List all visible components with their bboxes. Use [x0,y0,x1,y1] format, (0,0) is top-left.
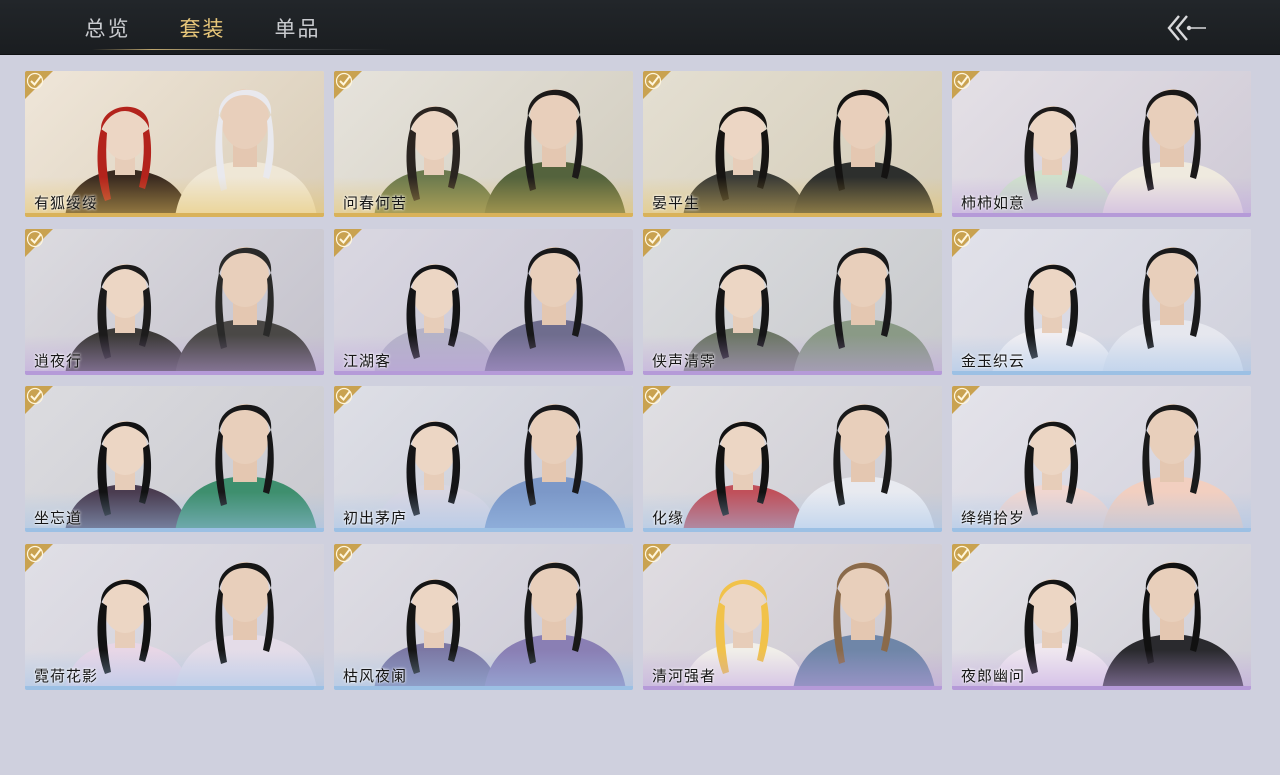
outfit-card[interactable]: 侠声清霁 [643,228,942,375]
check-corner-icon [952,71,980,99]
outfit-card[interactable]: 有狐绥绥 [25,71,324,217]
outfit-grid: 有狐绥绥 问春何苦 晏平生 柿柿如意 逍夜行 江湖客 侠声清霁 金玉织云 坐忘道… [25,71,1251,690]
check-corner-icon [25,386,53,414]
check-corner-icon [952,543,980,572]
outfit-name: 金玉织云 [961,351,1026,370]
outfit-name: 绛绡拾岁 [961,509,1026,527]
rarity-glow [643,492,942,532]
outfit-name: 初出茅庐 [343,509,408,527]
outfit-name: 有狐绥绥 [34,194,99,212]
check-corner-icon [643,543,671,572]
outfit-name: 化缘 [652,509,685,527]
outfit-name: 霓荷花影 [34,666,99,685]
outfit-card[interactable]: 问春何苦 [334,71,633,217]
tab-2[interactable]: 单品 [250,0,345,55]
check-corner-icon [643,386,671,414]
rarity-stripe [25,370,324,375]
check-corner-icon [952,386,980,414]
rarity-stripe [643,528,942,532]
outfit-card[interactable]: 金玉织云 [952,228,1251,375]
outfit-card[interactable]: 清河强者 [643,543,942,690]
check-corner-icon [643,228,671,257]
rarity-stripe [952,528,1251,532]
outfit-card[interactable]: 晏平生 [643,71,942,217]
check-corner-icon [334,543,362,572]
rarity-stripe [952,213,1251,217]
outfit-card[interactable]: 枯风夜阑 [334,543,633,690]
rarity-stripe [334,685,633,690]
outfit-card[interactable]: 初出茅庐 [334,386,633,532]
rarity-stripe [643,213,942,217]
outfit-name: 柿柿如意 [961,194,1026,212]
rarity-stripe [334,528,633,532]
rarity-stripe [952,685,1251,690]
rarity-stripe [25,213,324,217]
top-bar: 总览 套装 单品 [0,0,1280,55]
rarity-stripe [25,528,324,532]
outfit-card[interactable]: 绛绡拾岁 [952,386,1251,532]
rarity-stripe [25,685,324,690]
outfit-name: 晏平生 [652,194,701,212]
tab-0[interactable]: 总览 [60,0,155,55]
outfit-card[interactable]: 柿柿如意 [952,71,1251,217]
tab-1[interactable]: 套装 [155,0,250,55]
check-corner-icon [334,386,362,414]
check-corner-icon [25,71,53,99]
rarity-stripe [643,370,942,375]
outfit-name: 清河强者 [652,666,717,685]
outfit-name: 逍夜行 [34,351,83,370]
check-corner-icon [334,71,362,99]
outfit-name: 江湖客 [343,351,392,370]
outfit-name: 夜郎幽问 [961,666,1026,685]
check-corner-icon [334,228,362,257]
outfit-name: 侠声清霁 [652,351,717,370]
outfit-name: 枯风夜阑 [343,666,408,685]
check-corner-icon [643,71,671,99]
outfit-card[interactable]: 逍夜行 [25,228,324,375]
outfit-name: 坐忘道 [34,509,83,527]
check-corner-icon [25,228,53,257]
rarity-stripe [334,213,633,217]
outfit-card[interactable]: 霓荷花影 [25,543,324,690]
outfit-card[interactable]: 江湖客 [334,228,633,375]
rarity-stripe [334,370,633,375]
check-corner-icon [25,543,53,572]
rarity-stripe [952,370,1251,375]
outfit-card[interactable]: 化缘 [643,386,942,532]
outfit-name: 问春何苦 [343,194,408,212]
active-tab-underline [92,49,392,50]
double-chevron-back-icon [1167,15,1206,41]
back-button[interactable] [1160,12,1220,44]
rarity-stripe [643,685,942,690]
outfit-card[interactable]: 夜郎幽问 [952,543,1251,690]
outfit-card[interactable]: 坐忘道 [25,386,324,532]
tab-bar: 总览 套装 单品 [60,0,345,55]
check-corner-icon [952,228,980,257]
